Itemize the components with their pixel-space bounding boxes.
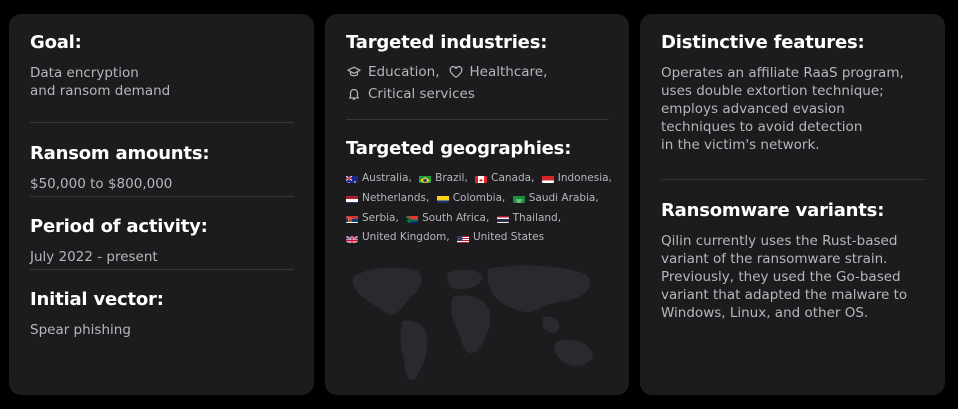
vector-value: Spear phishing — [30, 322, 131, 338]
divider — [661, 179, 925, 180]
serbia-flag-icon — [346, 214, 358, 223]
goal-line: Data encryption — [30, 65, 139, 81]
features-line: in the victim's network. — [661, 137, 820, 153]
country-name: Indonesia, — [557, 172, 612, 184]
country-name: Brazil, — [435, 172, 468, 184]
ransom-section: Ransom amounts: $50,000 to $800,000 — [30, 143, 294, 196]
country-item: United Kingdom, — [346, 229, 450, 247]
features-text: Operates an affiliate RaaS program, uses… — [661, 64, 925, 154]
country-item: Netherlands, — [346, 190, 429, 208]
period-value: July 2022 - present — [30, 249, 158, 265]
variants-line: variant of the ransomware strain. — [661, 251, 888, 267]
country-name: South Africa, — [422, 211, 490, 224]
geographies-title: Targeted geographies: — [346, 138, 572, 159]
industries-title: Targeted industries: — [346, 32, 548, 53]
bell-icon — [346, 86, 362, 102]
saudi-arabia-flag-icon — [512, 194, 525, 203]
brazil-flag-icon — [419, 174, 432, 184]
country-name: Canada, — [491, 172, 535, 184]
variants-line: variant that adapted the malware to — [661, 287, 908, 303]
features-section: Distinctive features: Operates an affili… — [661, 32, 925, 179]
country-item: Indonesia, — [541, 170, 612, 188]
period-title: Period of activity: — [30, 216, 208, 237]
goal-section: Goal: Data encryption and ransom demand — [30, 32, 294, 122]
variants-line: Previously, they used the Go-based — [661, 269, 901, 285]
heart-icon — [448, 64, 464, 80]
country-name: United Kingdom, — [362, 231, 450, 244]
country-list: Australia, Brazil, Canada, Indonesia, Ne… — [346, 170, 616, 249]
ransom-value: $50,000 to $800,000 — [30, 176, 173, 192]
variants-line: Qilin currently uses the Rust-based — [661, 233, 898, 249]
card-targets: Targeted industries: Education, Healthca… — [325, 14, 629, 395]
netherlands-flag-icon — [346, 194, 358, 203]
country-name: Serbia, — [362, 211, 399, 224]
features-line: employs advanced evasion — [661, 101, 845, 117]
variants-text: Qilin currently uses the Rust-based vari… — [661, 232, 925, 322]
goal-title: Goal: — [30, 32, 82, 53]
australia-flag-icon — [346, 174, 358, 184]
country-item: Colombia, — [436, 190, 506, 208]
industry-label: Critical services — [368, 86, 475, 102]
country-item: Canada, — [475, 170, 534, 188]
country-item: Serbia, — [346, 210, 399, 228]
country-name: Colombia, — [452, 191, 506, 204]
colombia-flag-icon — [436, 194, 449, 203]
ransom-title: Ransom amounts: — [30, 143, 210, 164]
united-states-flag-icon — [456, 234, 469, 243]
goal-text: Data encryption and ransom demand — [30, 64, 294, 100]
period-section: Period of activity: July 2022 - present — [30, 216, 294, 269]
variants-section: Ransomware variants: Qilin currently use… — [661, 200, 925, 322]
industries-section: Targeted industries: Education, Healthca… — [346, 32, 609, 119]
card-overview: Goal: Data encryption and ransom demand … — [9, 14, 314, 395]
united-kingdom-flag-icon — [346, 234, 358, 243]
country-name: United States — [472, 231, 545, 244]
country-name: Saudi Arabia, — [528, 191, 599, 204]
variants-line: Windows, Linux, and other OS. — [661, 305, 869, 321]
world-map-icon — [352, 265, 593, 381]
country-item: Thailand, — [496, 210, 562, 228]
industry-label: Healthcare, — [469, 64, 548, 80]
goal-line: and ransom demand — [30, 83, 171, 99]
vector-title: Initial vector: — [30, 289, 164, 310]
south-africa-flag-icon — [406, 214, 419, 223]
geographies-section: Targeted geographies: Australia, Brazil,… — [346, 138, 612, 249]
card-details: Distinctive features: Operates an affili… — [640, 14, 945, 395]
country-name: Australia, — [362, 172, 412, 184]
country-name: Thailand, — [512, 211, 562, 224]
country-item: Saudi Arabia, — [512, 190, 599, 208]
indonesia-flag-icon — [541, 174, 554, 184]
vector-section: Initial vector: Spear phishing — [30, 289, 294, 342]
industries-row: Education, Healthcare, — [346, 62, 609, 82]
industry-label: Education, — [368, 64, 440, 80]
variants-title: Ransomware variants: — [661, 200, 885, 221]
country-name: Netherlands, — [362, 191, 430, 204]
divider — [30, 122, 294, 123]
country-item: United States — [456, 229, 545, 247]
divider — [346, 119, 609, 120]
industries-row: Critical services — [346, 84, 609, 104]
country-item: Brazil, — [419, 170, 468, 188]
graduation-cap-icon — [346, 64, 362, 80]
country-item: Australia, — [346, 170, 412, 188]
divider — [30, 269, 294, 270]
features-title: Distinctive features: — [661, 32, 865, 53]
canada-flag-icon — [475, 174, 488, 184]
features-line: Operates an affiliate RaaS program, — [661, 65, 904, 81]
divider — [30, 196, 294, 197]
features-line: techniques to avoid detection — [661, 119, 863, 135]
country-item: South Africa, — [406, 210, 489, 228]
features-line: uses double extortion technique; — [661, 83, 884, 99]
thailand-flag-icon — [496, 214, 509, 223]
